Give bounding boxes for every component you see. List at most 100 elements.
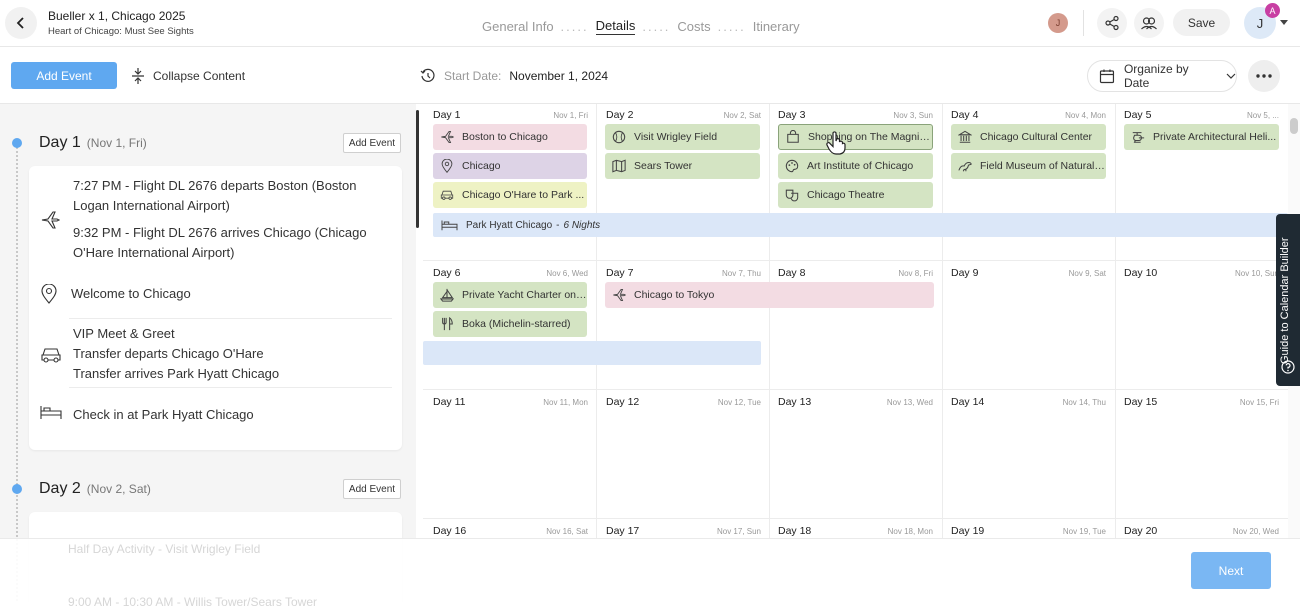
check-in-text: Check in at Park Hyatt Chicago — [73, 407, 254, 422]
event-chip-architectural-heli[interactable]: Private Architectural Heli... — [1124, 124, 1279, 150]
calendar-day-label: Day 1 — [433, 109, 461, 121]
collaborator-avatar[interactable]: J — [1048, 13, 1068, 33]
faded-event-text: Half Day Activity - Visit Wrigley Field — [68, 542, 261, 556]
event-chip-shopping[interactable]: Shopping on The Magnific... — [778, 124, 933, 150]
save-button[interactable]: Save — [1173, 9, 1230, 36]
transfer-departs: Transfer departs Chicago O'Hare — [73, 346, 264, 361]
collapse-content-button[interactable]: Collapse Content — [131, 67, 245, 85]
clock-history-icon — [420, 68, 435, 82]
organize-by-date-dropdown[interactable]: Organize by Date — [1087, 60, 1237, 92]
start-date[interactable]: Start Date: November 1, 2024 — [420, 68, 608, 84]
calendar-day-label: Day 12 — [606, 396, 640, 408]
calendar-day-label: Day 17 — [606, 525, 640, 537]
hand-cursor-icon — [826, 131, 846, 155]
column-divider — [942, 104, 943, 538]
event-chip-chicago[interactable]: Chicago — [433, 153, 587, 179]
event-flight[interactable]: 7:27 PM - Flight DL 2676 departs Boston … — [29, 176, 402, 270]
trip-subtitle: Heart of Chicago: Must See Sights — [48, 26, 194, 37]
calendar-date-label: Nov 2, Sat — [723, 111, 761, 120]
calendar-date-label: Nov 15, Fri — [1239, 398, 1279, 407]
dinosaur-icon — [958, 161, 972, 172]
back-button[interactable] — [5, 7, 37, 39]
left-panel-scrollbar[interactable] — [416, 110, 419, 228]
calendar-date-label: Nov 8, Fri — [898, 269, 933, 278]
day-date: (Nov 2, Sat) — [86, 482, 151, 496]
more-horizontal-icon — [1256, 74, 1272, 78]
calendar-day-label: Day 18 — [778, 525, 812, 537]
utensils-icon — [442, 317, 453, 331]
event-chip-cultural-center[interactable]: Chicago Cultural Center — [951, 124, 1106, 150]
step-details[interactable]: Details — [595, 18, 636, 35]
event-chip-chicago-to-tokyo[interactable]: Chicago to Tokyo — [605, 282, 934, 308]
column-divider — [769, 104, 770, 538]
event-chip-label: Chicago to Tokyo — [634, 289, 715, 301]
day-title-text: Day 1 — [39, 134, 81, 151]
calendar-date-label: Nov 14, Thu — [1062, 398, 1106, 407]
palette-icon — [785, 159, 799, 173]
step-costs[interactable]: Costs — [677, 19, 710, 34]
row-divider — [423, 260, 1288, 261]
add-event-button[interactable]: Add Event — [11, 62, 117, 89]
welcome-text: Welcome to Chicago — [71, 286, 191, 301]
share-button[interactable] — [1097, 8, 1127, 38]
plane-icon — [441, 130, 454, 144]
sailboat-icon — [440, 288, 454, 302]
organize-label: Organize by Date — [1123, 62, 1189, 90]
event-chip-chicago-theatre[interactable]: Chicago Theatre — [778, 182, 933, 208]
day-date: (Nov 1, Fri) — [86, 136, 147, 150]
calendar-date-label: Nov 13, Wed — [886, 398, 933, 407]
transfer-title: VIP Meet & Greet — [73, 326, 175, 341]
event-check-in[interactable]: Check in at Park Hyatt Chicago — [29, 398, 402, 434]
calendar-date-label: Nov 3, Sun — [893, 111, 933, 120]
calendar-day-label: Day 16 — [433, 525, 467, 537]
calendar-day-label: Day 11 — [433, 396, 466, 408]
start-date-label: Start Date: — [444, 69, 502, 83]
day-marker — [12, 138, 22, 148]
plane-icon — [41, 211, 60, 229]
event-chip-wrigley-field[interactable]: Visit Wrigley Field — [605, 124, 760, 150]
event-chip-art-institute[interactable]: Art Institute of Chicago — [778, 153, 933, 179]
event-chip-field-museum[interactable]: Field Museum of Natural ... — [951, 153, 1106, 179]
chevron-left-icon — [16, 17, 24, 29]
more-options-button[interactable] — [1248, 60, 1280, 92]
next-button[interactable]: Next — [1191, 552, 1271, 589]
hotel-stay-bar[interactable]: Park Hyatt Chicago - 6 Nights — [433, 213, 1288, 237]
guide-to-calendar-builder-tab[interactable]: Guide to Calendar Builder — [1276, 214, 1300, 386]
calendar-day-label: Day 3 — [778, 109, 806, 121]
divider — [69, 318, 392, 319]
car-icon — [440, 190, 454, 200]
scrollbar-thumb[interactable] — [1290, 118, 1298, 134]
users-icon — [1141, 17, 1157, 30]
collapse-content-label: Collapse Content — [153, 69, 246, 83]
event-chip-boka[interactable]: Boka (Michelin-starred) — [433, 311, 587, 337]
flight-arrival: 9:32 PM - Flight DL 2676 arrives Chicago… — [73, 225, 367, 260]
divider — [1083, 10, 1084, 36]
faded-event-text: 9:00 AM - 10:30 AM - Willis Tower/Sears … — [68, 595, 317, 609]
transfer-arrives: Transfer arrives Park Hyatt Chicago — [73, 366, 280, 381]
event-chip-ohare-transfer[interactable]: Chicago O'Hare to Park ... — [433, 182, 587, 208]
calendar-date-label: Nov 5, ... — [1246, 111, 1279, 120]
column-divider — [596, 104, 597, 538]
day-1-add-event-button[interactable]: Add Event — [343, 133, 401, 153]
step-itinerary[interactable]: Itinerary — [753, 19, 800, 34]
event-chip-label: Visit Wrigley Field — [634, 131, 718, 143]
day-2-add-event-button[interactable]: Add Event — [343, 479, 401, 499]
event-chip-sears-tower[interactable]: Sears Tower — [605, 153, 760, 179]
calendar-date-label: Nov 6, Wed — [546, 269, 588, 278]
event-chip-label: Chicago Cultural Center — [980, 131, 1093, 143]
car-icon — [41, 348, 61, 363]
baseball-icon — [612, 130, 626, 144]
caret-down-icon[interactable] — [1280, 20, 1288, 26]
calendar-day-label: Day 2 — [606, 109, 634, 121]
event-chip-yacht-charter[interactable]: Private Yacht Charter on ... — [433, 282, 587, 308]
calendar-date-label: Nov 16, Sat — [546, 527, 588, 536]
event-chip-boston-to-chicago[interactable]: Boston to Chicago — [433, 124, 587, 150]
location-pin-icon — [41, 284, 57, 304]
hotel-stay-bar-continued[interactable] — [423, 341, 761, 365]
calendar-day-label: Day 7 — [606, 267, 634, 279]
event-transfer[interactable]: VIP Meet & Greet Transfer departs Chicag… — [29, 324, 402, 386]
collaborators-button[interactable] — [1134, 8, 1164, 38]
location-pin-icon — [441, 159, 453, 173]
step-general-info[interactable]: General Info — [482, 19, 554, 34]
event-welcome[interactable]: Welcome to Chicago — [29, 276, 402, 316]
